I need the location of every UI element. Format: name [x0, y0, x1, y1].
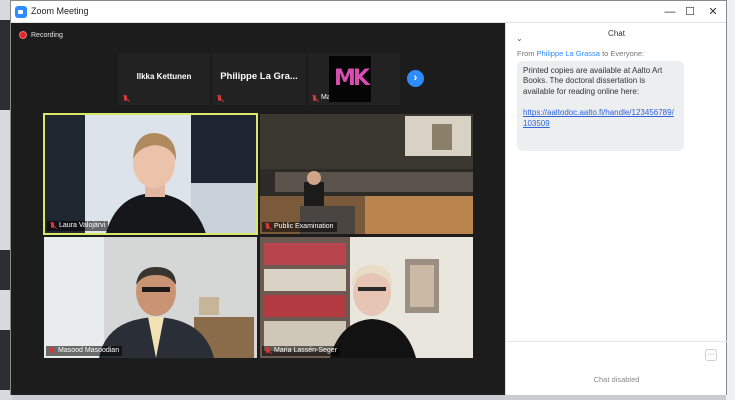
participant-name: Ilkka Kettunen — [136, 72, 192, 81]
from-prefix: From — [517, 49, 535, 58]
participant-video — [44, 237, 257, 358]
video-tile[interactable]: Maria Lassén-Seger — [260, 237, 473, 358]
chat-message-link[interactable]: https://aaltodoc.aalto.fi/handle/1234567… — [523, 108, 678, 129]
zoom-window: Zoom Meeting — ☐ ✕ Recording Ilkka Kettu… — [10, 0, 727, 395]
muted-mic-icon — [264, 347, 272, 355]
title-bar: Zoom Meeting — ☐ ✕ — [11, 1, 726, 23]
recording-icon — [19, 31, 27, 39]
participant-video — [260, 237, 473, 358]
participant-name: Maria Lassén-Seger — [274, 347, 338, 354]
more-options-button[interactable]: ··· — [705, 349, 717, 361]
participant-name: Philippe La Gra... — [220, 71, 298, 82]
chat-panel: ⌄ Chat From Philippe La Grassa to Everyo… — [505, 23, 727, 395]
participant-name-tag: Masood Masoodian — [46, 346, 123, 356]
mic-icon — [49, 222, 57, 230]
participant-name: Masood Masoodian — [58, 347, 120, 354]
participant-name: Laura Valojärvi — [59, 222, 106, 229]
chat-message-text: Printed copies are available at Aalto Ar… — [523, 66, 663, 96]
participant-video — [260, 114, 473, 234]
zoom-app-icon — [15, 6, 27, 18]
chevron-down-icon[interactable]: ⌄ — [516, 28, 523, 50]
muted-mic-icon — [311, 95, 319, 103]
participant-name-tag: Laura Valojärvi — [47, 221, 109, 231]
video-tile-active-speaker[interactable]: Laura Valojärvi — [43, 113, 258, 235]
chat-sender[interactable]: Philippe La Grassa — [537, 49, 600, 58]
video-area: Recording Ilkka Kettunen Philippe La Gra… — [11, 23, 505, 395]
window-title: Zoom Meeting — [31, 6, 89, 16]
chat-header: ⌄ Chat — [506, 23, 727, 45]
close-button[interactable]: ✕ — [700, 3, 726, 21]
participant-name-tag: Maria Lassén-Seger — [262, 346, 341, 356]
mk-logo-image: MK — [329, 56, 371, 102]
participant-strip-tile[interactable]: Ilkka Kettunen — [118, 53, 210, 105]
participant-name: Public Examination — [274, 223, 334, 230]
mic-icon — [264, 223, 272, 231]
video-tile[interactable]: Public Examination — [260, 114, 473, 234]
chat-disabled-notice: Chat disabled — [593, 375, 640, 384]
video-tile[interactable]: Masood Masoodian — [44, 237, 257, 358]
muted-mic-icon — [48, 347, 56, 355]
mk-logo-text: MK — [334, 66, 370, 91]
next-page-button[interactable]: › — [407, 70, 424, 87]
chat-message-meta: From Philippe La Grassa to Everyone: — [517, 49, 644, 58]
participant-strip-tile[interactable]: Philippe La Gra... — [212, 53, 306, 105]
muted-mic-icon — [122, 95, 130, 103]
participant-video — [45, 115, 256, 233]
chevron-right-icon: › — [413, 72, 418, 84]
chat-title: Chat — [608, 29, 625, 38]
chat-divider — [506, 341, 727, 342]
chat-recipient: to Everyone: — [602, 49, 645, 58]
muted-mic-icon — [216, 95, 224, 103]
participant-name-tag: Public Examination — [262, 222, 337, 232]
recording-label: Recording — [31, 31, 63, 39]
desktop-background-right — [726, 0, 735, 400]
recording-indicator[interactable]: Recording — [19, 29, 63, 41]
chat-message-bubble: Printed copies are available at Aalto Ar… — [517, 61, 684, 151]
